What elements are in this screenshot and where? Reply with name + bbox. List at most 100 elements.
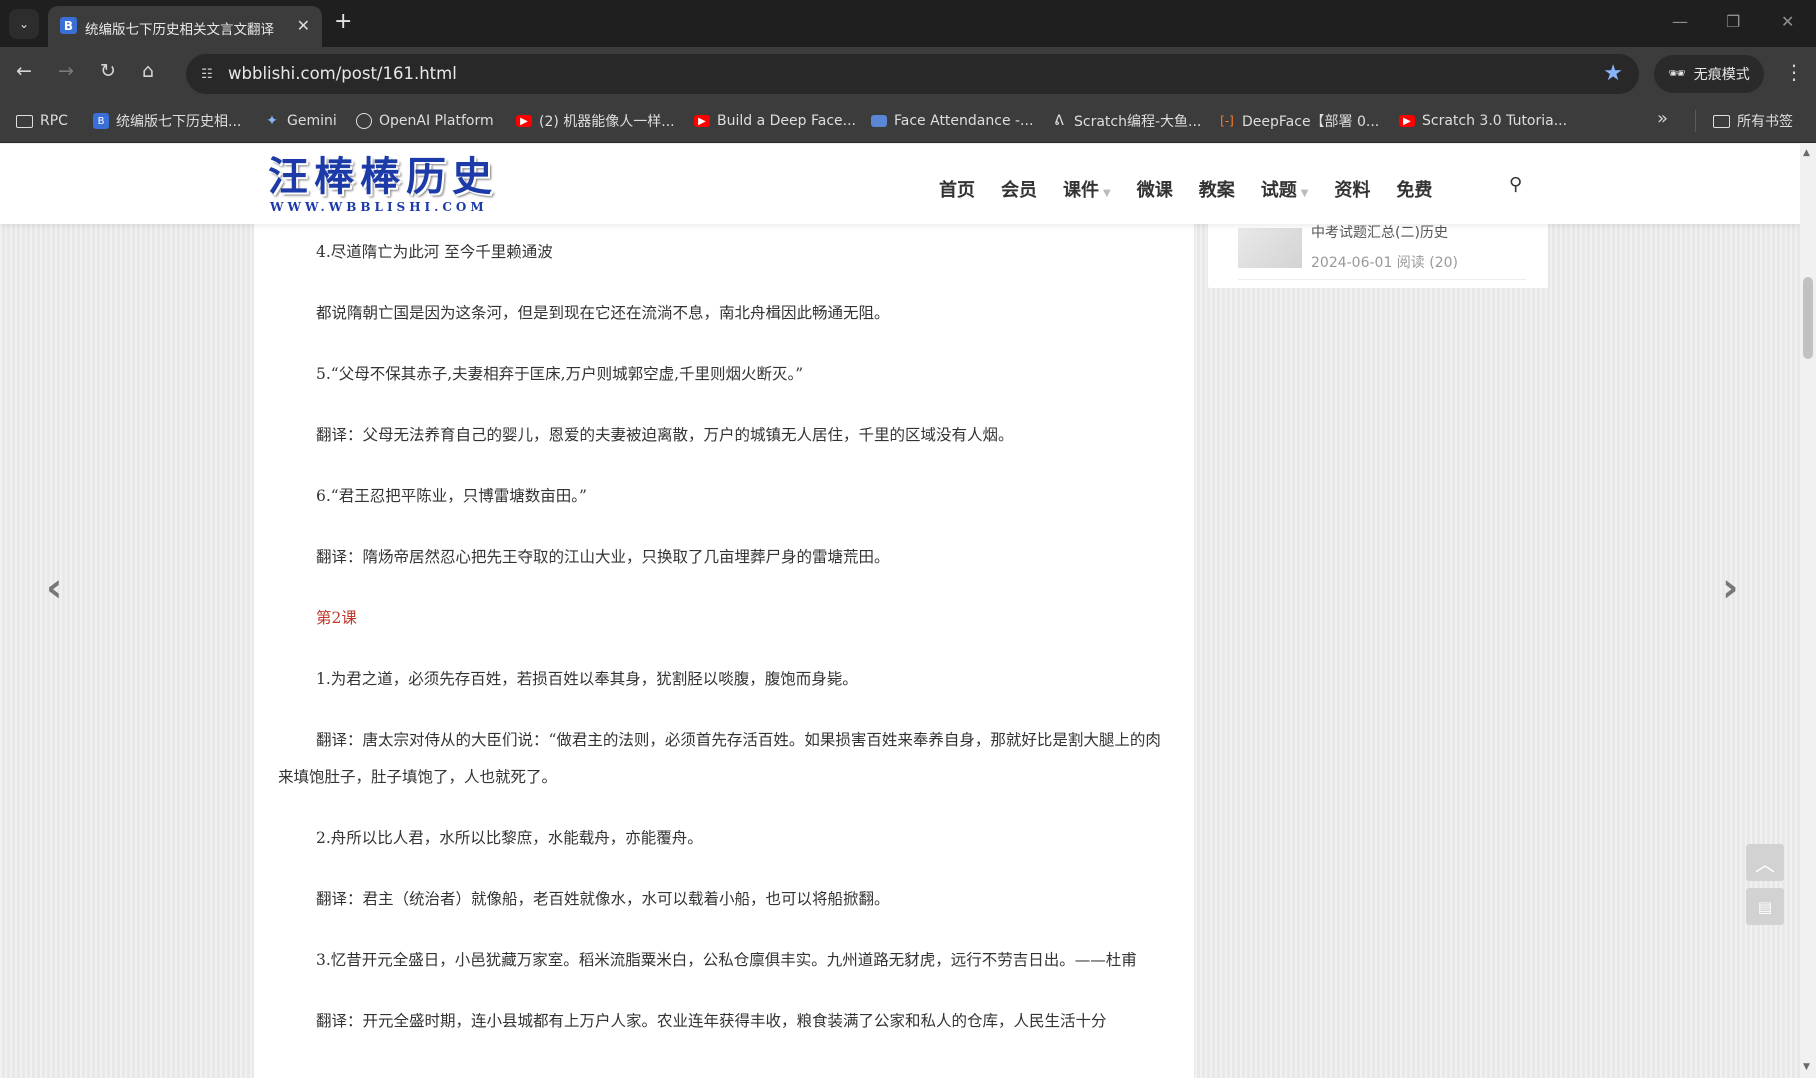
- browser-menu-icon[interactable]: ⋮: [1784, 60, 1804, 84]
- article-content: 4.尽道隋亡为此河 至今千里赖通波都说隋朝亡国是因为这条河，但是到现在它还在流淌…: [254, 144, 1194, 1078]
- close-tab-icon[interactable]: ✕: [297, 16, 310, 35]
- minimize-button[interactable]: —: [1672, 12, 1688, 31]
- incognito-icon: 🕶: [1668, 66, 1686, 82]
- post-meta: 2024-06-01 阅读 (20): [1311, 255, 1458, 271]
- active-tab[interactable]: B 统编版七下历史相关文言文翻译 ✕: [48, 6, 322, 47]
- address-bar[interactable]: ☷ wbblishi.com/post/161.html ★: [186, 54, 1639, 94]
- nav-courseware[interactable]: 课件 ▼: [1063, 176, 1111, 202]
- bookmark-rpc[interactable]: RPC: [16, 110, 68, 132]
- site-logo[interactable]: 汪棒棒历史 WWW.WBBLISHI.COM: [268, 154, 518, 218]
- nav-label: 课件: [1063, 180, 1099, 201]
- article-paragraph: 翻译：父母无法养育自己的婴儿，恩爱的夫妻被迫离散，万户的城镇无人居住，千里的区域…: [316, 426, 1014, 444]
- browser-toolbar: ← → ↻ ⌂ ☷ wbblishi.com/post/161.html ★ 🕶…: [0, 47, 1816, 100]
- article-paragraph: 翻译：开元全盛时期，连小县城都有上万户人家。农业连年获得丰收，粮食装满了公家和私…: [316, 1012, 1107, 1030]
- restore-button[interactable]: ❐: [1726, 12, 1740, 31]
- tab-search-button[interactable]: ⌄: [9, 9, 39, 39]
- bracket-icon: [-]: [1220, 114, 1234, 128]
- nav-label: 会员: [1001, 180, 1037, 201]
- divider: [1238, 279, 1526, 280]
- incognito-label: 无痕模式: [1693, 67, 1750, 83]
- article-paragraph: 翻译：唐太宗对侍从的大臣们说：“做君主的法则，必须首先存活百姓。如果损害百姓来奉…: [278, 731, 1161, 786]
- bookmark-label: Face Attendance -...: [894, 113, 1034, 129]
- bookmark-separator: [1695, 110, 1696, 132]
- bookmark-gemini[interactable]: ✦ Gemini: [264, 110, 337, 132]
- nav-materials[interactable]: 资料: [1334, 176, 1370, 202]
- article-paragraph: 2.舟所以比人君，水所以比黎庶，水能载舟，亦能覆舟。: [316, 829, 703, 847]
- article-paragraph: 3.忆昔开元全盛日，小邑犹藏万家室。稻米流脂粟米白，公私仓廪俱丰实。九州道路无豺…: [316, 951, 1137, 969]
- page-viewport: 4.尽道隋亡为此河 至今千里赖通波都说隋朝亡国是因为这条河，但是到现在它还在流淌…: [0, 144, 1800, 1078]
- back-to-top-button[interactable]: ︿: [1746, 844, 1784, 881]
- nav-label: 教案: [1198, 180, 1235, 201]
- folder-icon: [1713, 114, 1730, 128]
- post-title[interactable]: 中考试题汇总(二)历史: [1311, 222, 1531, 240]
- bookmark-youtube-1[interactable]: ▶ (2) 机器能像人一样...: [516, 110, 675, 132]
- nav-member[interactable]: 会员: [1001, 176, 1037, 202]
- article-paragraph: 都说隋朝亡国是因为这条河，但是到现在它还在流淌不息，南北舟楫因此畅通无阻。: [316, 304, 890, 322]
- bookmark-label: Build a Deep Face...: [717, 113, 856, 129]
- nav-lesson-plan[interactable]: 教案: [1199, 176, 1235, 202]
- bookmark-scratch[interactable]: ᕕ Scratch编程-大鱼...: [1051, 110, 1201, 132]
- youtube-icon: ▶: [1399, 115, 1415, 127]
- search-icon[interactable]: ⚲: [1509, 174, 1522, 195]
- main-nav: 首页 会员 课件 ▼ 微课 教案 试题 ▼ 资料 免费: [939, 176, 1458, 202]
- nav-label: 试题: [1260, 180, 1297, 201]
- incognito-badge[interactable]: 🕶 无痕模式: [1654, 55, 1764, 93]
- tab-title: 统编版七下历史相关文言文翻译: [85, 22, 274, 36]
- article-paragraph: 1.为君之道，必须先存百姓，若损百姓以奉其身，犹割胫以啖腹，腹饱而身毙。: [316, 670, 858, 688]
- bookmark-star-icon[interactable]: ★: [1603, 61, 1623, 86]
- bookmark-label: Scratch 3.0 Tutoria...: [1422, 113, 1568, 129]
- post-thumbnail: [1238, 228, 1302, 268]
- card-icon: [871, 115, 887, 127]
- bookmark-scratch-tutorial[interactable]: ▶ Scratch 3.0 Tutoria...: [1399, 110, 1567, 132]
- article-paragraph: 翻译：君主（统治者）就像船，老百姓就像水，水可以载着小船，也可以将船掀翻。: [316, 890, 890, 908]
- url-text: wbblishi.com/post/161.html: [228, 64, 457, 83]
- scroll-down-icon[interactable]: ▼: [1803, 1062, 1810, 1072]
- bookmark-label: Scratch编程-大鱼...: [1074, 114, 1202, 130]
- youtube-icon: ▶: [516, 115, 532, 127]
- comment-button[interactable]: ▤: [1746, 888, 1784, 925]
- chevron-down-icon: ▼: [1300, 188, 1309, 199]
- new-tab-button[interactable]: +: [334, 9, 352, 34]
- reload-button[interactable]: ↻: [100, 60, 116, 82]
- all-bookmarks[interactable]: 所有书签: [1713, 110, 1793, 132]
- bookmark-deepface[interactable]: [-] DeepFace【部署 0...: [1219, 110, 1379, 132]
- bookmark-history[interactable]: B 统编版七下历史相...: [93, 110, 241, 132]
- nav-label: 微课: [1136, 180, 1173, 201]
- bookmark-face-attendance[interactable]: Face Attendance -...: [871, 110, 1033, 132]
- scroll-up-icon[interactable]: ▲: [1803, 148, 1810, 158]
- scrollbar-thumb[interactable]: [1803, 277, 1813, 359]
- b-favicon-icon: B: [93, 113, 109, 129]
- bookmark-openai[interactable]: OpenAI Platform: [356, 110, 494, 132]
- article-body: 4.尽道隋亡为此河 至今千里赖通波都说隋朝亡国是因为这条河，但是到现在它还在流淌…: [278, 234, 1168, 1064]
- prev-arrow-icon[interactable]: ‹: [46, 565, 62, 611]
- bookmarks-bar: RPC B 统编版七下历史相... ✦ Gemini OpenAI Platfo…: [0, 100, 1816, 143]
- bookmark-label: Gemini: [287, 113, 337, 129]
- openai-icon: [356, 113, 372, 129]
- scratch-icon: ᕕ: [1054, 113, 1064, 129]
- bookmark-label: DeepFace【部署 0...: [1242, 114, 1380, 130]
- home-button[interactable]: ⌂: [142, 60, 154, 82]
- nav-microlesson[interactable]: 微课: [1137, 176, 1173, 202]
- back-button[interactable]: ←: [16, 60, 32, 82]
- all-bookmarks-label: 所有书签: [1737, 114, 1793, 130]
- logo-title: 汪棒棒历史: [268, 153, 498, 200]
- bookmark-youtube-2[interactable]: ▶ Build a Deep Face...: [694, 110, 856, 132]
- bookmark-label: (2) 机器能像人一样...: [539, 114, 675, 130]
- more-bookmarks-icon[interactable]: »: [1657, 108, 1668, 129]
- b-favicon-icon: B: [60, 17, 77, 34]
- article-paragraph: 5.“父母不保其赤子,夫妻相弃于匡床,万户则城郭空虚,千里则烟火断灭。”: [316, 365, 804, 383]
- nav-exam[interactable]: 试题 ▼: [1261, 176, 1309, 202]
- next-arrow-icon[interactable]: ›: [1722, 565, 1738, 611]
- nav-home[interactable]: 首页: [939, 176, 975, 202]
- gemini-icon: ✦: [266, 113, 278, 129]
- close-window-button[interactable]: ✕: [1781, 12, 1794, 31]
- chevron-down-icon: ▼: [1103, 188, 1111, 199]
- site-header: 汪棒棒历史 WWW.WBBLISHI.COM 首页 会员 课件 ▼ 微课 教案 试…: [0, 144, 1800, 224]
- bookmark-label: RPC: [40, 113, 68, 129]
- article-paragraph: 4.尽道隋亡为此河 至今千里赖通波: [316, 243, 553, 261]
- page-scrollbar[interactable]: ▲ ▼: [1800, 144, 1816, 1078]
- lesson-heading: 第2课: [316, 609, 357, 627]
- forward-button[interactable]: →: [58, 60, 74, 82]
- nav-free[interactable]: 免费: [1396, 176, 1432, 202]
- site-info-icon[interactable]: ☷: [196, 63, 218, 85]
